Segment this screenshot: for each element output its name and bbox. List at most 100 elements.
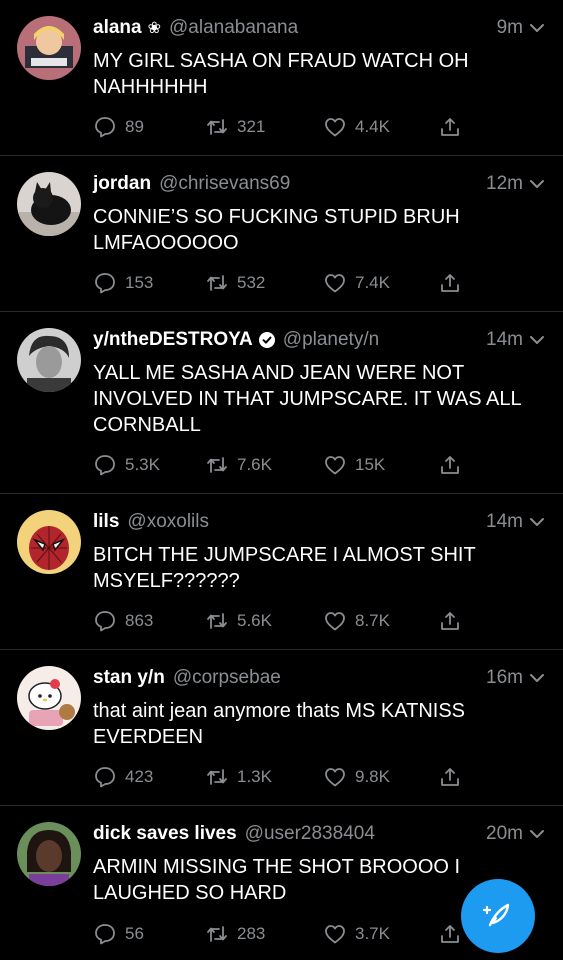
like-button[interactable]: 15K (323, 451, 385, 479)
tweet-actions: 863 5.6K 8.7K (93, 607, 473, 635)
tweet[interactable]: lils @xoxolils 14m BITCH THE JUMPSCARE I… (0, 494, 563, 650)
avatar[interactable] (17, 328, 81, 392)
reply-button[interactable]: 5.3K (93, 451, 160, 479)
heart-icon (325, 274, 345, 293)
flower-badge-icon: ❀ (147, 20, 161, 37)
reply-button[interactable]: 89 (93, 113, 144, 141)
reply-icon (95, 117, 115, 138)
retweet-count: 5.6K (237, 611, 272, 630)
avatar[interactable] (17, 510, 81, 574)
retweet-button[interactable]: 7.6K (205, 451, 272, 479)
share-button[interactable] (438, 451, 470, 479)
reply-icon (95, 273, 115, 294)
like-button[interactable]: 9.8K (323, 763, 390, 791)
verified-badge-icon (258, 332, 275, 348)
tweet-header: dick saves lives @user2838404 20m (93, 822, 545, 846)
tweet[interactable]: y/ntheDESTROYA @planety/n 14m YALL ME SA… (0, 312, 563, 494)
tweet-text: BITCH THE JUMPSCARE I ALMOST SHIT MSYELF… (93, 544, 476, 592)
retweet-count: 283 (237, 924, 266, 943)
share-icon (441, 456, 459, 474)
tweet[interactable]: alana ❀ @alanabanana 9m MY GIRL SASHA ON… (0, 0, 563, 156)
reply-count: 56 (125, 924, 144, 943)
reply-count: 863 (125, 611, 154, 630)
chevron-down-icon[interactable] (529, 670, 545, 686)
compose-tweet-button[interactable] (461, 879, 535, 953)
retweet-button[interactable]: 532 (205, 269, 265, 297)
chevron-down-icon[interactable] (529, 826, 545, 842)
chevron-down-icon[interactable] (529, 20, 545, 36)
like-count: 8.7K (355, 611, 390, 630)
username[interactable]: @user2838404 (245, 823, 375, 845)
retweet-button[interactable]: 321 (205, 113, 265, 141)
reply-icon (95, 767, 115, 788)
avatar[interactable] (17, 172, 81, 236)
username[interactable]: @corpsebae (173, 667, 281, 689)
display-name[interactable]: jordan (93, 173, 151, 195)
retweet-icon (207, 926, 227, 942)
share-button[interactable] (438, 763, 470, 791)
like-count: 15K (355, 455, 386, 474)
like-button[interactable]: 7.4K (323, 269, 390, 297)
chevron-down-icon[interactable] (529, 332, 545, 348)
heart-icon (325, 925, 345, 944)
retweet-button[interactable]: 5.6K (205, 607, 272, 635)
display-name[interactable]: stan y/n (93, 667, 165, 689)
heart-icon (325, 768, 345, 787)
avatar[interactable] (17, 666, 81, 730)
retweet-icon (207, 275, 227, 291)
like-button[interactable]: 3.7K (323, 920, 390, 948)
share-button[interactable] (438, 113, 470, 141)
tweet-header: jordan @chrisevans69 12m (93, 172, 545, 196)
tweet-text: that aint jean anymore thats MS KATNISS … (93, 700, 466, 748)
retweet-icon (207, 457, 227, 473)
tweet-header: alana ❀ @alanabanana 9m (93, 16, 545, 40)
username[interactable]: @alanabanana (169, 17, 298, 39)
like-button[interactable]: 4.4K (323, 113, 390, 141)
compose-tweet-icon (482, 903, 510, 927)
tweet-actions: 56 283 3.7K (93, 920, 473, 948)
username[interactable]: @planety/n (283, 329, 379, 351)
timestamp: 14m (486, 511, 523, 532)
reply-button[interactable]: 153 (93, 269, 153, 297)
retweet-count: 321 (237, 117, 266, 136)
like-count: 4.4K (355, 117, 390, 136)
reply-button[interactable]: 56 (93, 920, 144, 948)
reply-button[interactable]: 423 (93, 763, 153, 791)
tweet-actions: 5.3K 7.6K 15K (93, 451, 473, 479)
display-name[interactable]: dick saves lives (93, 823, 237, 845)
retweet-icon (207, 613, 227, 629)
username[interactable]: @xoxolils (127, 511, 209, 533)
username[interactable]: @chrisevans69 (159, 173, 290, 195)
tweet[interactable]: stan y/n @corpsebae 16m that aint jean a… (0, 650, 563, 806)
like-count: 3.7K (355, 924, 390, 943)
chevron-down-icon[interactable] (529, 514, 545, 530)
retweet-count: 532 (237, 273, 266, 292)
display-name[interactable]: alana (93, 17, 142, 39)
tweet[interactable]: jordan @chrisevans69 12m CONNIE’S SO FUC… (0, 156, 563, 312)
avatar[interactable] (17, 822, 81, 886)
like-button[interactable]: 8.7K (323, 607, 390, 635)
tweet-text: MY GIRL SASHA ON FRAUD WATCH OH NAHHHHHH (93, 50, 469, 98)
tweet-actions: 89 321 4.4K (93, 113, 473, 141)
timestamp: 12m (486, 173, 523, 194)
chevron-down-icon[interactable] (529, 176, 545, 192)
retweet-button[interactable]: 1.3K (205, 763, 272, 791)
tweet-header: stan y/n @corpsebae 16m (93, 666, 545, 690)
reply-count: 423 (125, 767, 154, 786)
reply-count: 153 (125, 273, 154, 292)
avatar[interactable] (17, 16, 81, 80)
display-name[interactable]: y/ntheDESTROYA (93, 329, 253, 351)
reply-button[interactable]: 863 (93, 607, 153, 635)
share-button[interactable] (438, 607, 470, 635)
share-button[interactable] (438, 269, 470, 297)
timestamp: 16m (486, 667, 523, 688)
retweet-count: 7.6K (237, 455, 272, 474)
share-icon (441, 612, 459, 630)
share-icon (441, 118, 459, 136)
display-name[interactable]: lils (93, 511, 119, 533)
tweet-header: lils @xoxolils 14m (93, 510, 545, 534)
share-icon (441, 925, 459, 943)
retweet-button[interactable]: 283 (205, 920, 265, 948)
retweet-icon (207, 769, 227, 785)
heart-icon (325, 456, 345, 475)
